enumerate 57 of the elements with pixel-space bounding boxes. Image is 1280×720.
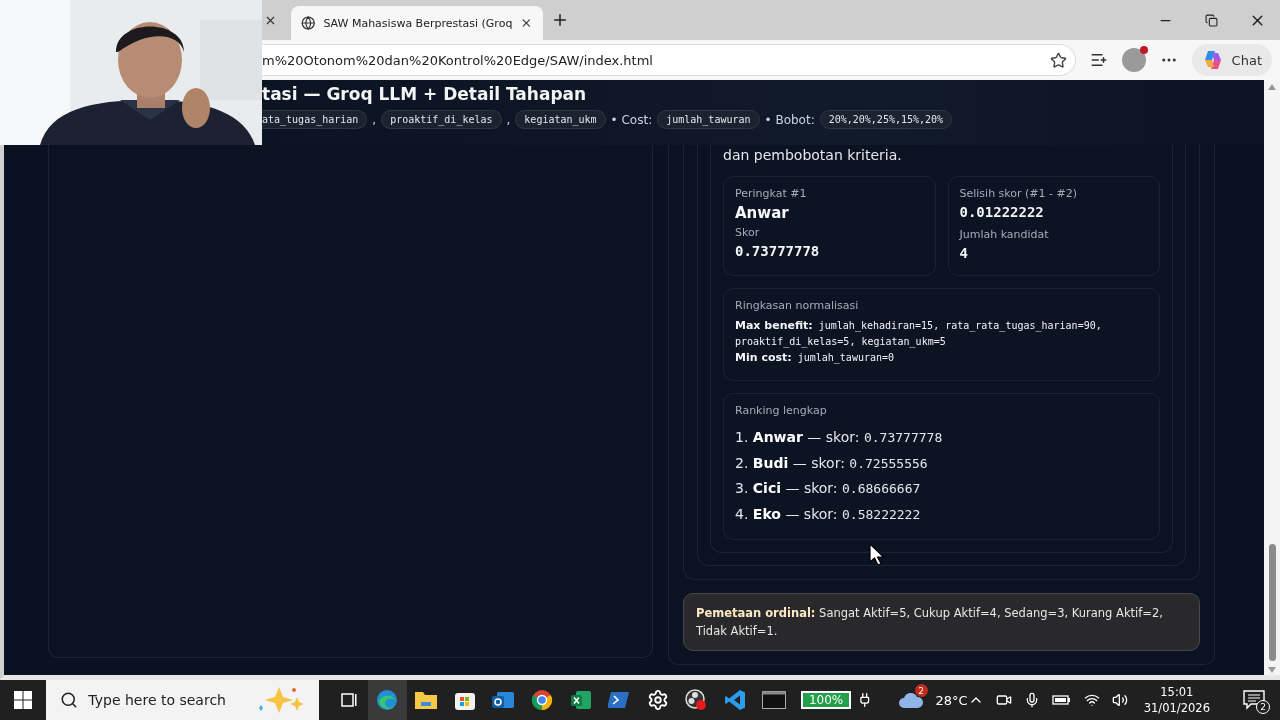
scrollbar[interactable] <box>1264 145 1280 675</box>
ranking-item: 3. Cici — skor: 0.68666667 <box>735 479 922 498</box>
taskbar-search[interactable]: Type here to search <box>46 680 320 720</box>
profile-avatar[interactable] <box>1121 48 1146 72</box>
volume-icon[interactable] <box>1111 692 1128 708</box>
intro-text: dan pembobotan kriteria. <box>723 146 903 165</box>
card-title: Ringkasan normalisasi <box>735 299 860 312</box>
wifi-icon[interactable] <box>1083 692 1100 708</box>
star-icon[interactable] <box>1049 51 1067 69</box>
favorites-icon[interactable] <box>1089 51 1108 69</box>
browser-tab[interactable]: SAW Mahasiswa Berprestasi (Groq <box>291 6 543 40</box>
scrollbar-thumb[interactable] <box>1268 544 1276 661</box>
close-tab-icon[interactable] <box>520 16 533 30</box>
up-arrow-icon[interactable] <box>1268 84 1276 90</box>
battery-icon[interactable] <box>1051 694 1072 706</box>
tab-title: SAW Mahasiswa Berprestasi (Groq <box>323 16 513 30</box>
stat-label: Jumlah kandidat <box>959 228 1050 241</box>
notification-button[interactable]: 2 <box>1236 680 1272 720</box>
ranking-item: 1. Anwar — skor: 0.73777778 <box>735 428 944 447</box>
normalization-line: Min cost: jumlah_tawuran=0 <box>735 350 896 366</box>
camera-icon[interactable] <box>995 692 1012 708</box>
stat-value: 0.01222222 <box>959 204 1045 220</box>
card-title: Ranking lengkap <box>735 404 828 417</box>
globe-icon <box>301 15 316 31</box>
criteria-label: , <box>506 112 511 127</box>
battery-indicator: 100% <box>800 691 852 709</box>
stat-label: Peringkat #1 <box>735 187 808 200</box>
restore-icon[interactable] <box>1204 13 1218 27</box>
browser-app-icon[interactable] <box>368 680 407 720</box>
clock[interactable]: 15:01 31/01/2026 <box>1143 684 1210 716</box>
criteria-label: • Cost: <box>610 112 653 127</box>
criteria-label: , <box>372 112 377 127</box>
criteria-tag: ata_tugas_harian <box>262 110 368 129</box>
temperature: 28°C <box>935 692 968 708</box>
stat-value: 4 <box>959 245 969 261</box>
weather-badge: 2 <box>914 684 928 697</box>
down-arrow-icon[interactable] <box>1268 667 1276 673</box>
criteria-tag: 20%,20%,25%,15%,20% <box>819 110 953 129</box>
stat-label: Skor <box>735 226 761 239</box>
address-bar[interactable]: m%20Otonom%20dan%20Kontrol%20Edge/SAW/index.html <box>262 44 1076 76</box>
mouse-cursor-icon <box>869 543 885 567</box>
criteria-tag: kegiatan_ukm <box>515 110 606 129</box>
message-icon[interactable] <box>1243 690 1265 710</box>
criteria-tag: jumlah_tawuran <box>657 110 760 129</box>
ranking-item: 4. Eko — skor: 0.58222222 <box>735 504 922 524</box>
stat-value: 0.73777778 <box>735 243 821 259</box>
criteria-tag: proaktif_di_kelas <box>381 110 502 129</box>
new-tab-icon[interactable] <box>551 11 569 29</box>
criteria-label: • Bobot: <box>764 112 815 127</box>
chat-button[interactable]: Chat <box>1191 44 1272 76</box>
search-icon <box>60 691 79 709</box>
ranking-item: 2. Budi — skor: 0.72555556 <box>735 453 929 473</box>
page-title: tasi — Groq LLM + Detail Tahapan <box>262 84 588 104</box>
ordinal-note: Pemetaan ordinal: Sangat Aktif=5, Cukup Aktif=4, Sedang=3, Kurang Aktif=2, Tidak Aktif=1. <box>683 593 1200 651</box>
stat-label: Selisih skor (#1 - #2) <box>959 187 1079 200</box>
windows-logo-icon[interactable] <box>14 691 33 709</box>
stat-value: Anwar <box>735 204 790 222</box>
